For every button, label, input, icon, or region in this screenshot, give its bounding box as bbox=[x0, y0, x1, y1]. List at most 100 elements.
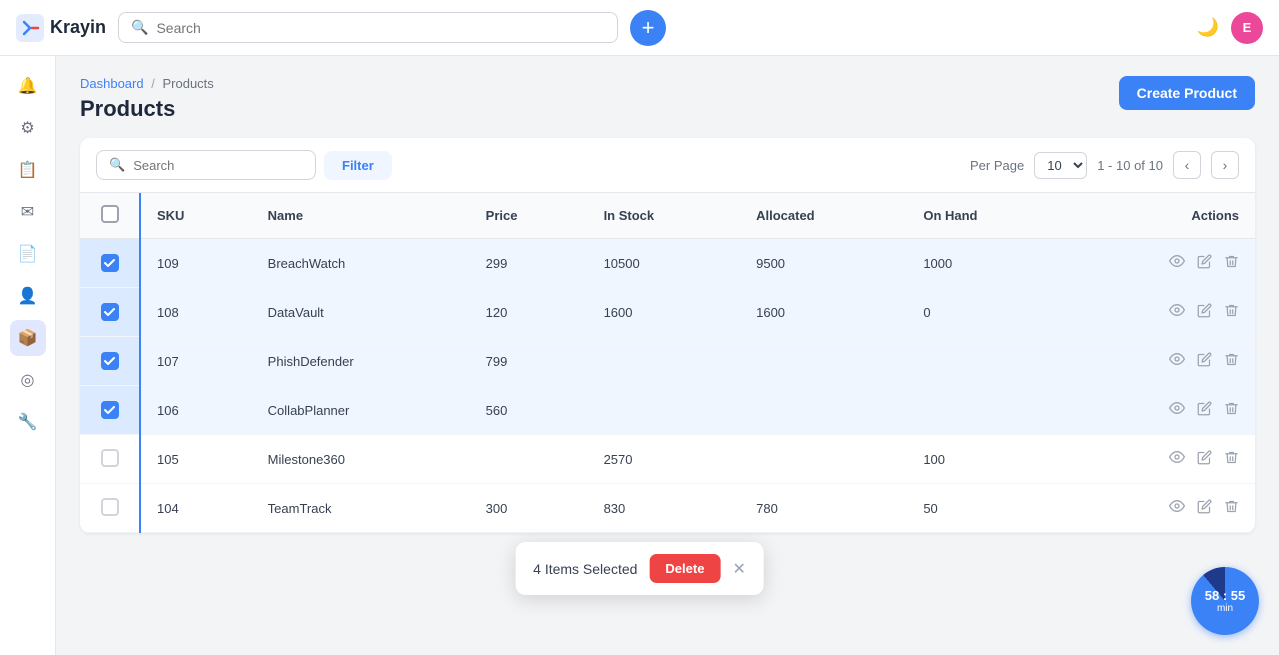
sidebar-item-contacts[interactable]: 👤 bbox=[10, 278, 46, 314]
products-table: SKU Name Price In Stock Allocated On Han… bbox=[80, 193, 1255, 533]
table-cell: BreachWatch bbox=[252, 239, 470, 288]
table-cell: TeamTrack bbox=[252, 484, 470, 533]
table-cell: DataVault bbox=[252, 288, 470, 337]
table-row: 106CollabPlanner560 bbox=[80, 386, 1255, 435]
breadcrumb-separator: / bbox=[151, 76, 155, 91]
filter-button[interactable]: Filter bbox=[324, 151, 392, 180]
table-cell bbox=[588, 386, 741, 435]
delete-icon[interactable] bbox=[1224, 499, 1239, 518]
sidebar-item-settings[interactable]: ⚙ bbox=[10, 110, 46, 146]
allocated-header: Allocated bbox=[740, 193, 907, 239]
timer-unit: min bbox=[1217, 603, 1233, 614]
table-cell: 9500 bbox=[740, 239, 907, 288]
sidebar-item-mail[interactable]: ✉ bbox=[10, 194, 46, 230]
per-page-select[interactable]: 10 25 50 bbox=[1034, 152, 1087, 179]
table-search-bar: 🔍 bbox=[96, 150, 316, 180]
actions-cell bbox=[1067, 386, 1255, 435]
table-cell: 2570 bbox=[588, 435, 741, 484]
table-cell: CollabPlanner bbox=[252, 386, 470, 435]
page-header: Dashboard / Products Products Create Pro… bbox=[80, 76, 1255, 122]
table-cell bbox=[907, 386, 1066, 435]
table-cell: 0 bbox=[907, 288, 1066, 337]
delete-icon[interactable] bbox=[1224, 254, 1239, 273]
table-container: 🔍 Filter Per Page 10 25 50 1 - 10 of 10 bbox=[80, 138, 1255, 533]
sidebar-item-documents[interactable]: 📄 bbox=[10, 236, 46, 272]
edit-icon[interactable] bbox=[1197, 401, 1212, 420]
sidebar-item-products[interactable]: 📦 bbox=[10, 320, 46, 356]
selection-toast: 4 Items Selected Delete ✕ bbox=[515, 542, 764, 595]
sidebar-item-tasks[interactable]: 📋 bbox=[10, 152, 46, 188]
table-cell: 105 bbox=[140, 435, 252, 484]
delete-icon[interactable] bbox=[1224, 352, 1239, 371]
row-3-checkbox[interactable] bbox=[101, 401, 119, 419]
logo[interactable]: Krayin bbox=[16, 14, 106, 42]
view-icon[interactable] bbox=[1169, 351, 1185, 371]
row-5-checkbox[interactable] bbox=[101, 498, 119, 516]
table-cell: 1600 bbox=[740, 288, 907, 337]
table-cell: 104 bbox=[140, 484, 252, 533]
edit-icon[interactable] bbox=[1197, 450, 1212, 469]
bulk-delete-button[interactable]: Delete bbox=[649, 554, 720, 583]
row-checkbox-cell[interactable] bbox=[80, 239, 140, 288]
table-cell: 106 bbox=[140, 386, 252, 435]
view-icon[interactable] bbox=[1169, 449, 1185, 469]
row-checkbox-cell[interactable] bbox=[80, 386, 140, 435]
row-0-checkbox[interactable] bbox=[101, 254, 119, 272]
timer-widget[interactable]: 58 : 55 min bbox=[1191, 567, 1259, 635]
table-cell: 830 bbox=[588, 484, 741, 533]
view-icon[interactable] bbox=[1169, 498, 1185, 518]
table-cell: 780 bbox=[740, 484, 907, 533]
table-cell: 799 bbox=[470, 337, 588, 386]
edit-icon[interactable] bbox=[1197, 352, 1212, 371]
add-button[interactable]: + bbox=[630, 10, 666, 46]
table-row: 108DataVault120160016000 bbox=[80, 288, 1255, 337]
actions-header: Actions bbox=[1067, 193, 1255, 239]
timer-display: 58 : 55 bbox=[1205, 588, 1245, 604]
actions-cell bbox=[1067, 435, 1255, 484]
prev-page-button[interactable]: ‹ bbox=[1173, 151, 1201, 179]
edit-icon[interactable] bbox=[1197, 499, 1212, 518]
in-stock-header: In Stock bbox=[588, 193, 741, 239]
row-checkbox-cell[interactable] bbox=[80, 288, 140, 337]
table-cell: 108 bbox=[140, 288, 252, 337]
selected-count-label: 4 Items Selected bbox=[533, 561, 637, 577]
table-search-input[interactable] bbox=[133, 158, 283, 173]
delete-icon[interactable] bbox=[1224, 401, 1239, 420]
view-icon[interactable] bbox=[1169, 253, 1185, 273]
edit-icon[interactable] bbox=[1197, 254, 1212, 273]
avatar[interactable]: E bbox=[1231, 12, 1263, 44]
row-1-checkbox[interactable] bbox=[101, 303, 119, 321]
sidebar: 🔔 ⚙ 📋 ✉ 📄 👤 📦 ◎ 🔧 bbox=[0, 56, 56, 655]
global-search-input[interactable] bbox=[156, 20, 605, 36]
row-checkbox-cell[interactable] bbox=[80, 337, 140, 386]
next-page-button[interactable]: › bbox=[1211, 151, 1239, 179]
edit-icon[interactable] bbox=[1197, 303, 1212, 322]
row-4-checkbox[interactable] bbox=[101, 449, 119, 467]
row-2-checkbox[interactable] bbox=[101, 352, 119, 370]
actions-cell bbox=[1067, 239, 1255, 288]
table-cell: PhishDefender bbox=[252, 337, 470, 386]
close-toast-icon[interactable]: ✕ bbox=[732, 559, 745, 579]
breadcrumb-parent[interactable]: Dashboard bbox=[80, 76, 144, 91]
theme-toggle-icon[interactable]: 🌙 bbox=[1197, 17, 1219, 38]
row-checkbox-cell[interactable] bbox=[80, 435, 140, 484]
table-cell bbox=[588, 337, 741, 386]
sidebar-item-tools[interactable]: 🔧 bbox=[10, 404, 46, 440]
breadcrumb-current: Products bbox=[162, 76, 213, 91]
sidebar-item-analytics[interactable]: ◎ bbox=[10, 362, 46, 398]
table-cell bbox=[907, 337, 1066, 386]
row-checkbox-cell[interactable] bbox=[80, 484, 140, 533]
select-all-checkbox[interactable] bbox=[101, 205, 119, 223]
sidebar-item-notifications[interactable]: 🔔 bbox=[10, 68, 46, 104]
delete-icon[interactable] bbox=[1224, 303, 1239, 322]
sku-header: SKU bbox=[140, 193, 252, 239]
view-icon[interactable] bbox=[1169, 302, 1185, 322]
actions-cell bbox=[1067, 337, 1255, 386]
table-cell: 1600 bbox=[588, 288, 741, 337]
create-product-button[interactable]: Create Product bbox=[1119, 76, 1255, 110]
select-all-header[interactable] bbox=[80, 193, 140, 239]
table-toolbar: 🔍 Filter Per Page 10 25 50 1 - 10 of 10 bbox=[80, 138, 1255, 193]
table-cell bbox=[740, 337, 907, 386]
view-icon[interactable] bbox=[1169, 400, 1185, 420]
delete-icon[interactable] bbox=[1224, 450, 1239, 469]
